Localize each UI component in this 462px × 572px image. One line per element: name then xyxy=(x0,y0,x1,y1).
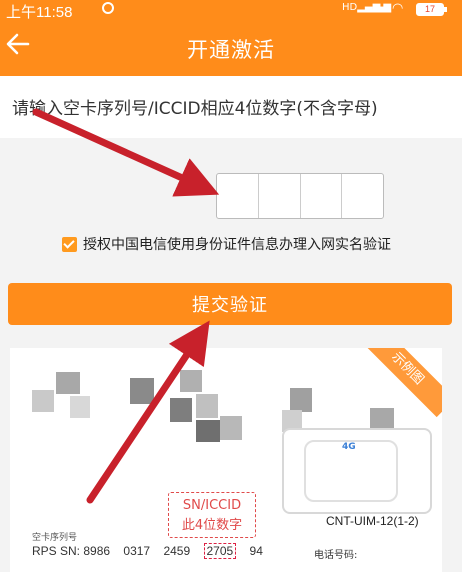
annotation-arrows xyxy=(32,108,220,504)
arrow-to-submit xyxy=(86,320,210,504)
arrow-to-input xyxy=(32,108,220,197)
